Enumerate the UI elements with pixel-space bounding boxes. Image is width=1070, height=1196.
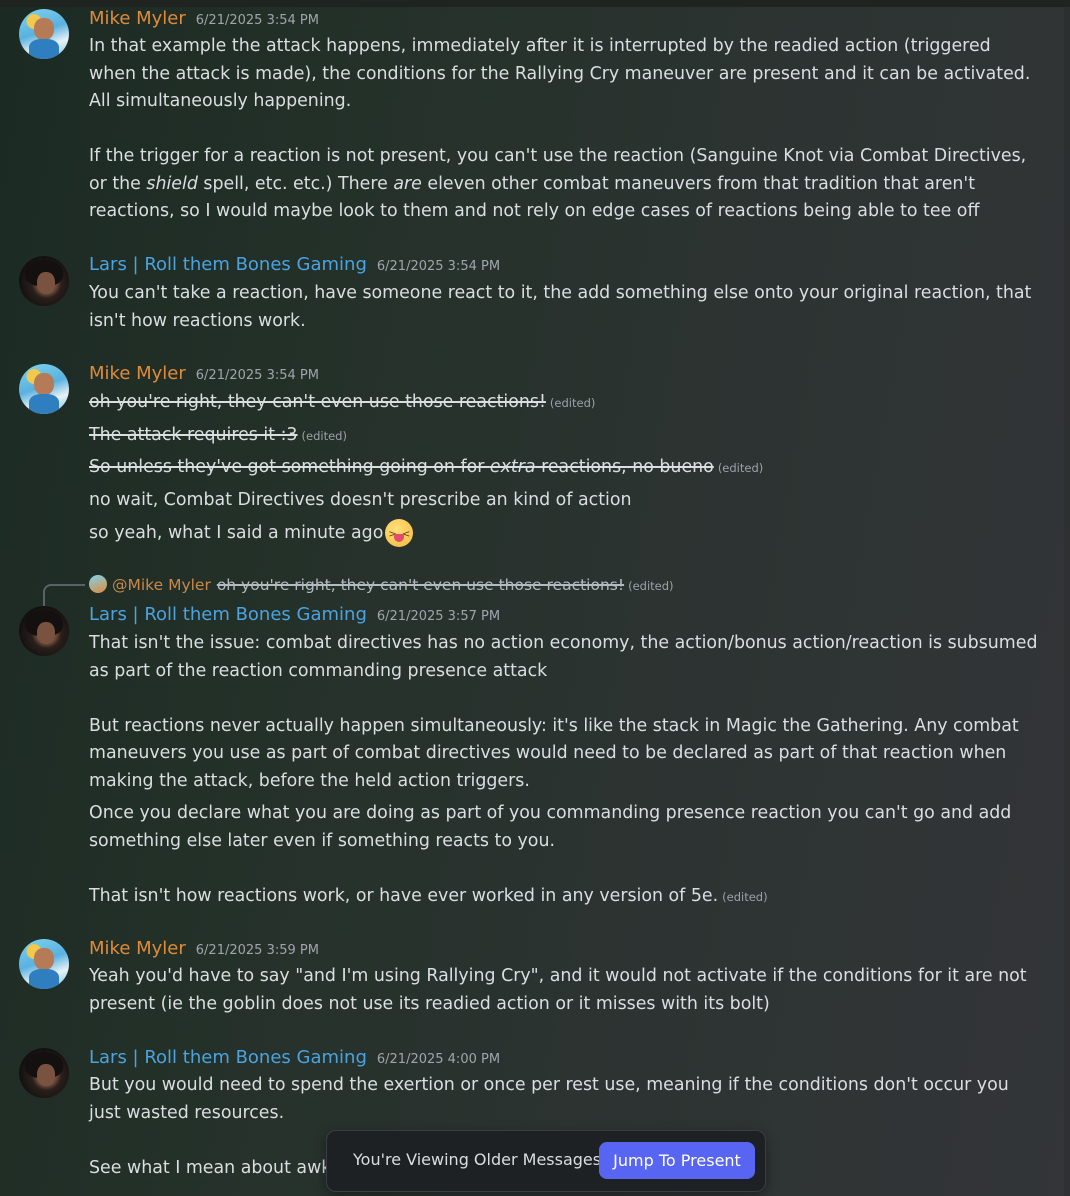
scrollbar[interactable] [1064, 7, 1070, 1196]
timestamp: 6/21/2025 3:59 PM [195, 943, 319, 958]
message-text: But you would need to spend the exertion… [89, 1075, 1009, 1123]
message-header: Mike Myler 6/21/2025 3:54 PM [89, 363, 319, 387]
message-body: In that example the attack happens, imme… [89, 33, 1039, 226]
username[interactable]: Mike Myler [89, 8, 186, 29]
message-line: no wait, Combat Directives doesn't presc… [89, 487, 632, 513]
edited-label: (edited) [717, 461, 764, 475]
username[interactable]: Mike Myler [89, 363, 186, 384]
message-line: So unless they've got something going on… [89, 454, 763, 481]
avatar[interactable] [19, 939, 69, 989]
message-header: Lars | Roll them Bones Gaming 6/21/2025 4… [89, 1047, 500, 1071]
reply-connector [43, 584, 85, 606]
jump-to-present-button[interactable]: Jump To Present [599, 1142, 755, 1179]
squinting-face-with-tongue-icon[interactable] [385, 519, 414, 548]
message-text: so yeah, what I said a minute ago [89, 523, 384, 543]
timestamp: 6/21/2025 3:54 PM [376, 259, 501, 274]
message-text: Yeah you'd have to say "and I'm using Ra… [89, 966, 1027, 1014]
avatar[interactable] [19, 364, 69, 414]
username[interactable]: Lars | Roll them Bones Gaming [89, 254, 367, 275]
message-text: But reactions never actually happen simu… [89, 715, 1019, 791]
message-body: Yeah you'd have to say "and I'm using Ra… [89, 963, 1039, 1018]
older-messages-text: You're Viewing Older Messages [353, 1150, 602, 1169]
username[interactable]: Lars | Roll them Bones Gaming [89, 604, 367, 625]
timestamp: 6/21/2025 3:54 PM [195, 13, 319, 28]
reply-avatar [89, 575, 107, 593]
message-header: Mike Myler 6/21/2025 3:54 PM [89, 8, 319, 32]
reply-preview[interactable]: @Mike Myler oh you're right, they can't e… [89, 575, 674, 595]
username[interactable]: Mike Myler [89, 938, 186, 959]
edited-label: (edited) [549, 396, 596, 410]
avatar[interactable] [19, 256, 69, 306]
message-line: so yeah, what I said a minute ago [89, 519, 414, 548]
message-body: That isn't the issue: combat directives … [89, 630, 1039, 911]
message-text: If the trigger for a reaction is not pre… [89, 146, 1027, 221]
edited-label: (edited) [722, 889, 768, 904]
message-header: Mike Myler 6/21/2025 3:59 PM [89, 938, 319, 962]
message-header: Lars | Roll them Bones Gaming 6/21/2025 3… [89, 254, 500, 278]
avatar[interactable] [19, 9, 69, 59]
edited-label: (edited) [301, 429, 347, 443]
timestamp: 6/21/2025 3:54 PM [195, 368, 319, 383]
message-text: no wait, Combat Directives doesn't presc… [89, 490, 632, 510]
message-text: That isn't the issue: combat directives … [89, 633, 1038, 681]
message-body: You can't take a reaction, have someone … [89, 280, 1039, 335]
message-text: In that example the attack happens, imme… [89, 36, 1031, 111]
message-text: Once you declare what you are doing as p… [89, 803, 1012, 851]
message-text: That isn't how reactions work, or have e… [89, 885, 768, 906]
reply-text[interactable]: oh you're right, they can't even use tho… [217, 576, 624, 594]
message-text: So unless they've got something going on… [89, 457, 714, 477]
reply-mention[interactable]: @Mike Myler [112, 576, 211, 594]
message-text: oh you're right, they can't even use tho… [89, 392, 546, 412]
timestamp: 6/21/2025 4:00 PM [376, 1052, 501, 1067]
avatar[interactable] [19, 1048, 69, 1098]
message-header: Lars | Roll them Bones Gaming 6/21/2025 3… [89, 604, 500, 628]
message-text: The attack requires it :3 [89, 425, 298, 445]
message-line: oh you're right, they can't even use tho… [89, 389, 595, 416]
older-messages-bar: You're Viewing Older Messages Jump To Pr… [326, 1130, 766, 1192]
username[interactable]: Lars | Roll them Bones Gaming [89, 1047, 367, 1068]
message-line: The attack requires it :3 (edited) [89, 422, 347, 449]
avatar[interactable] [19, 606, 69, 656]
message-text: You can't take a reaction, have someone … [89, 283, 1032, 331]
edited-label: (edited) [628, 579, 674, 593]
timestamp: 6/21/2025 3:57 PM [376, 609, 501, 624]
top-bar [0, 0, 1070, 7]
